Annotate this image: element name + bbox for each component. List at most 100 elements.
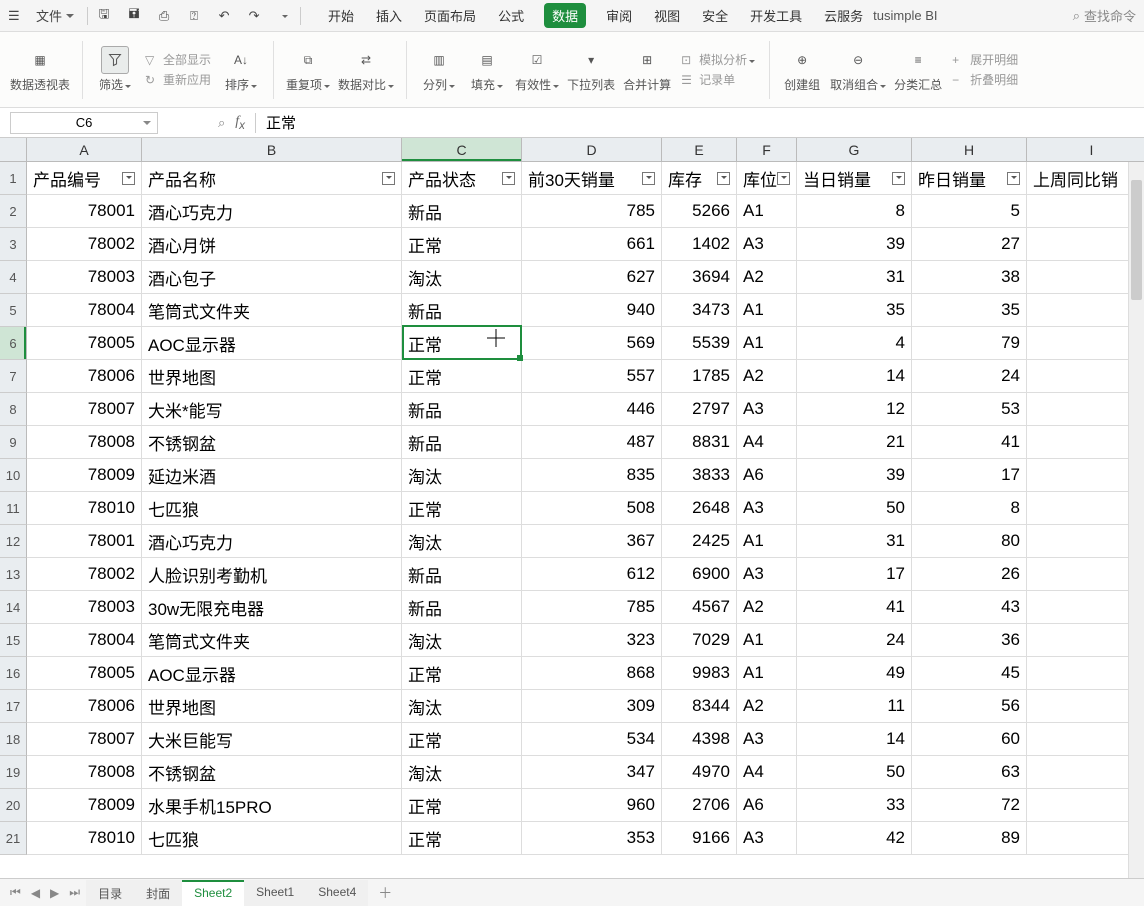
cell[interactable]: 31 [797,525,912,558]
cell[interactable] [1027,426,1144,459]
cell[interactable]: 12 [797,393,912,426]
cell[interactable] [1027,492,1144,525]
cell[interactable]: 4 [797,327,912,360]
cell[interactable]: 笔筒式文件夹 [142,294,402,327]
cell[interactable]: 2648 [662,492,737,525]
collapse-button[interactable]: −折叠明细 [952,71,1018,88]
ungroup-button[interactable]: ⊖取消组合 [830,46,886,93]
cell[interactable]: 正常 [402,657,522,690]
cell[interactable]: 35 [912,294,1027,327]
cell[interactable]: 酒心巧克力 [142,195,402,228]
column-header-I[interactable]: I [1027,138,1144,162]
cell[interactable]: 63 [912,756,1027,789]
cell[interactable]: 正常 [402,228,522,261]
ribbon-tab-插入[interactable]: 插入 [374,3,404,28]
subtotal-button[interactable]: ≡分类汇总 [894,46,942,93]
cell[interactable]: 960 [522,789,662,822]
column-header-A[interactable]: A [27,138,142,162]
record-button[interactable]: ☰记录单 [681,71,735,88]
cell[interactable]: 淘汰 [402,690,522,723]
cell[interactable]: 大米巨能写 [142,723,402,756]
cell[interactable]: A2 [737,360,797,393]
cell[interactable] [1027,459,1144,492]
ribbon-tab-云服务[interactable]: 云服务 [822,3,865,28]
cell[interactable]: 正常 [402,822,522,855]
cell[interactable]: 5539 [662,327,737,360]
cell[interactable]: A3 [737,492,797,525]
header-cell[interactable]: 昨日销量 [912,162,1027,195]
cell[interactable]: 3833 [662,459,737,492]
file-menu[interactable]: 文件 [30,6,80,25]
cell[interactable]: 26 [912,558,1027,591]
column-header-F[interactable]: F [737,138,797,162]
cell[interactable] [1027,195,1144,228]
fx-icon[interactable]: fx [235,114,245,132]
cell[interactable] [1027,228,1144,261]
cell[interactable]: 78004 [27,624,142,657]
header-cell[interactable]: 产品编号 [27,162,142,195]
cell[interactable] [1027,624,1144,657]
cell[interactable]: 酒心包子 [142,261,402,294]
cell[interactable]: 7029 [662,624,737,657]
cell[interactable]: 835 [522,459,662,492]
filter-dropdown-icon[interactable] [717,172,730,185]
cell[interactable]: 78001 [27,195,142,228]
cell[interactable]: A2 [737,591,797,624]
cell[interactable] [1027,822,1144,855]
cell[interactable]: 35 [797,294,912,327]
cell[interactable]: 新品 [402,294,522,327]
header-cell[interactable]: 当日销量 [797,162,912,195]
cell[interactable]: A2 [737,261,797,294]
cell[interactable]: 1402 [662,228,737,261]
column-header-B[interactable]: B [142,138,402,162]
cell[interactable]: 14 [797,723,912,756]
undo-icon[interactable]: ↶ [215,7,233,25]
cell[interactable]: A6 [737,789,797,822]
cell[interactable]: 309 [522,690,662,723]
cell[interactable]: 661 [522,228,662,261]
filter-button[interactable]: 筛选 [95,46,135,93]
cell[interactable]: A1 [737,294,797,327]
filter-dropdown-icon[interactable] [892,172,905,185]
fill-button[interactable]: ▤填充 [467,46,507,93]
row-header-13[interactable]: 13 [0,558,27,591]
row-header-3[interactable]: 3 [0,228,27,261]
cell[interactable]: 49 [797,657,912,690]
cell[interactable]: 8831 [662,426,737,459]
cell[interactable]: 78006 [27,360,142,393]
ribbon-tab-安全[interactable]: 安全 [700,3,730,28]
cell[interactable]: 世界地图 [142,690,402,723]
cell[interactable]: 508 [522,492,662,525]
cell[interactable]: 78007 [27,393,142,426]
print-icon[interactable]: ⎙ [155,7,173,25]
cell[interactable]: 78003 [27,591,142,624]
cell[interactable]: 笔筒式文件夹 [142,624,402,657]
cell[interactable]: 367 [522,525,662,558]
cell[interactable]: 21 [797,426,912,459]
cell[interactable]: 39 [797,228,912,261]
cell[interactable]: A1 [737,327,797,360]
row-header-10[interactable]: 10 [0,459,27,492]
cell[interactable]: 39 [797,459,912,492]
cell[interactable]: 正常 [402,360,522,393]
search-fx-icon[interactable]: ⌕ [218,115,225,131]
sheet-tab-Sheet4[interactable]: Sheet4 [306,880,368,906]
cell[interactable]: 24 [912,360,1027,393]
split-button[interactable]: ▥分列 [419,46,459,93]
cell[interactable]: 78010 [27,822,142,855]
cell[interactable]: 淘汰 [402,525,522,558]
header-cell[interactable]: 上周同比销 [1027,162,1144,195]
cell[interactable]: 347 [522,756,662,789]
cell[interactable] [1027,723,1144,756]
cell[interactable]: 785 [522,591,662,624]
cell[interactable]: 4398 [662,723,737,756]
cell[interactable] [1027,327,1144,360]
header-cell[interactable]: 库位 [737,162,797,195]
cell[interactable]: 78001 [27,525,142,558]
cell[interactable]: 78002 [27,228,142,261]
brand-text[interactable]: tusimple BI [873,8,937,23]
cell[interactable]: 大米*能写 [142,393,402,426]
cell[interactable]: 24 [797,624,912,657]
cell[interactable]: A3 [737,228,797,261]
cell[interactable]: 78007 [27,723,142,756]
